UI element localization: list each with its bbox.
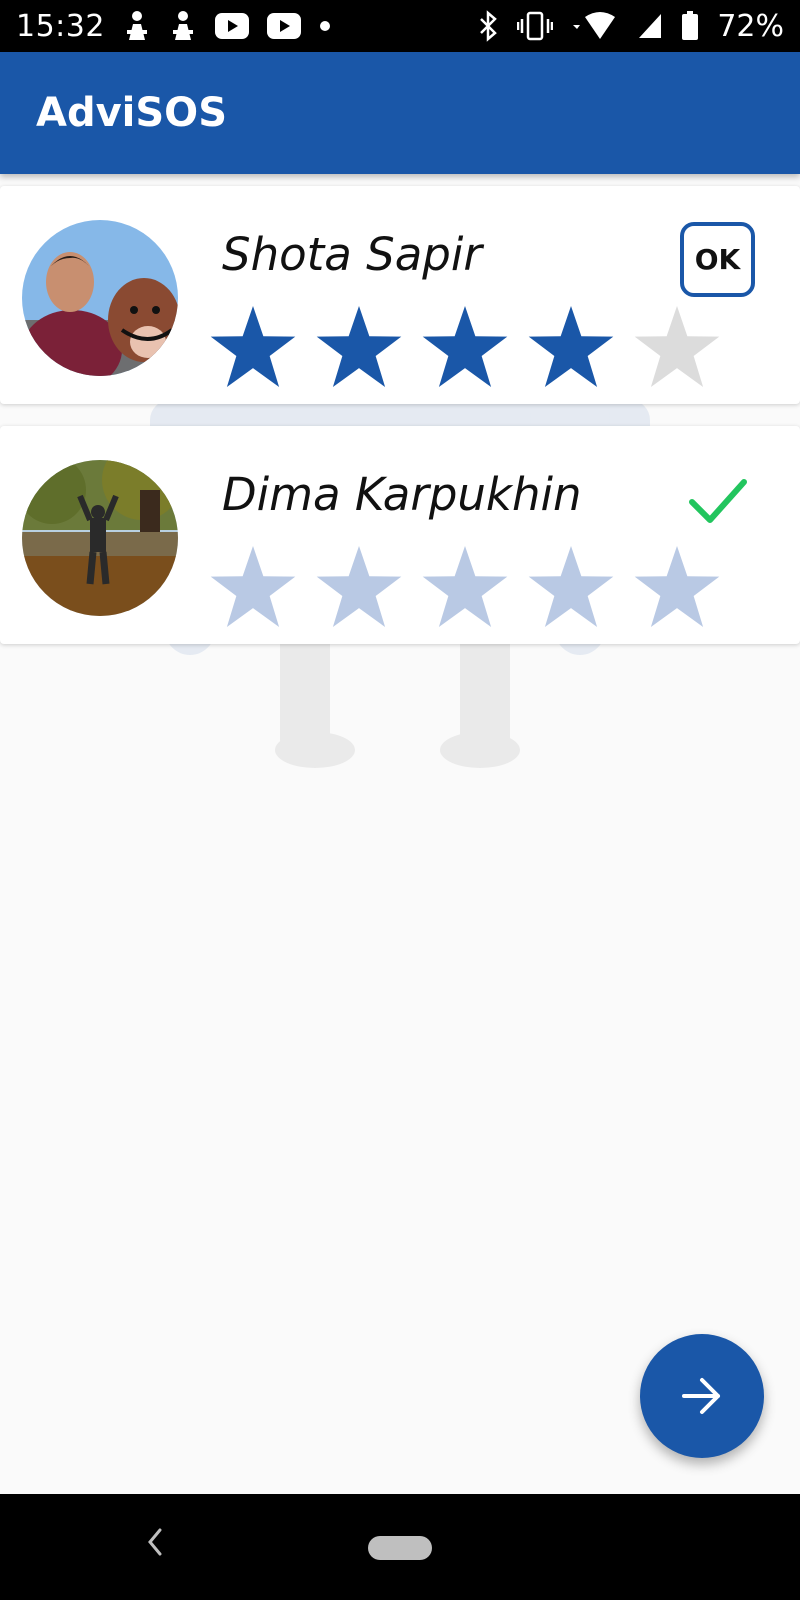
star-icon xyxy=(634,546,720,628)
star-icon[interactable] xyxy=(420,304,510,390)
person-card[interactable]: Dima Karpukhin xyxy=(0,426,800,644)
cell-signal-icon xyxy=(637,12,663,40)
navigation-bar xyxy=(0,1494,800,1600)
check-icon xyxy=(689,479,747,523)
youtube-icon xyxy=(214,13,249,39)
app-bar: AdviSOS xyxy=(0,52,800,174)
rating-stars xyxy=(208,544,722,630)
status-left: 15:32 xyxy=(16,9,331,44)
dot-icon xyxy=(319,20,331,32)
status-right: 72% xyxy=(477,9,784,44)
person-name: Shota Sapir xyxy=(222,228,482,281)
next-button[interactable] xyxy=(640,1334,764,1458)
star-icon[interactable] xyxy=(314,304,404,390)
back-icon[interactable] xyxy=(142,1524,166,1560)
star-icon xyxy=(316,546,402,628)
notification-icon xyxy=(123,10,151,42)
home-button[interactable] xyxy=(368,1536,432,1560)
rating-stars[interactable] xyxy=(208,304,722,390)
person-name: Dima Karpukhin xyxy=(222,468,582,521)
status-bar: 15:32 72% xyxy=(0,0,800,52)
star-icon[interactable] xyxy=(632,304,722,390)
app-title: AdviSOS xyxy=(36,90,227,136)
bluetooth-icon xyxy=(477,10,499,42)
wifi-icon xyxy=(571,11,619,41)
star-icon xyxy=(210,546,296,628)
status-time: 15:32 xyxy=(16,8,105,44)
battery-icon xyxy=(681,11,699,41)
star-icon xyxy=(422,546,508,628)
vibrate-icon xyxy=(517,11,554,41)
youtube-icon xyxy=(266,13,301,39)
star-icon[interactable] xyxy=(526,304,616,390)
arrow-right-icon xyxy=(682,1378,720,1414)
avatar xyxy=(22,460,178,616)
ok-button[interactable]: OK xyxy=(680,222,755,297)
battery-percent: 72% xyxy=(717,8,784,44)
notification-icon xyxy=(169,10,197,42)
avatar xyxy=(22,220,178,376)
star-icon[interactable] xyxy=(208,304,298,390)
person-card[interactable]: Shota Sapir OK xyxy=(0,186,800,404)
star-icon xyxy=(528,546,614,628)
